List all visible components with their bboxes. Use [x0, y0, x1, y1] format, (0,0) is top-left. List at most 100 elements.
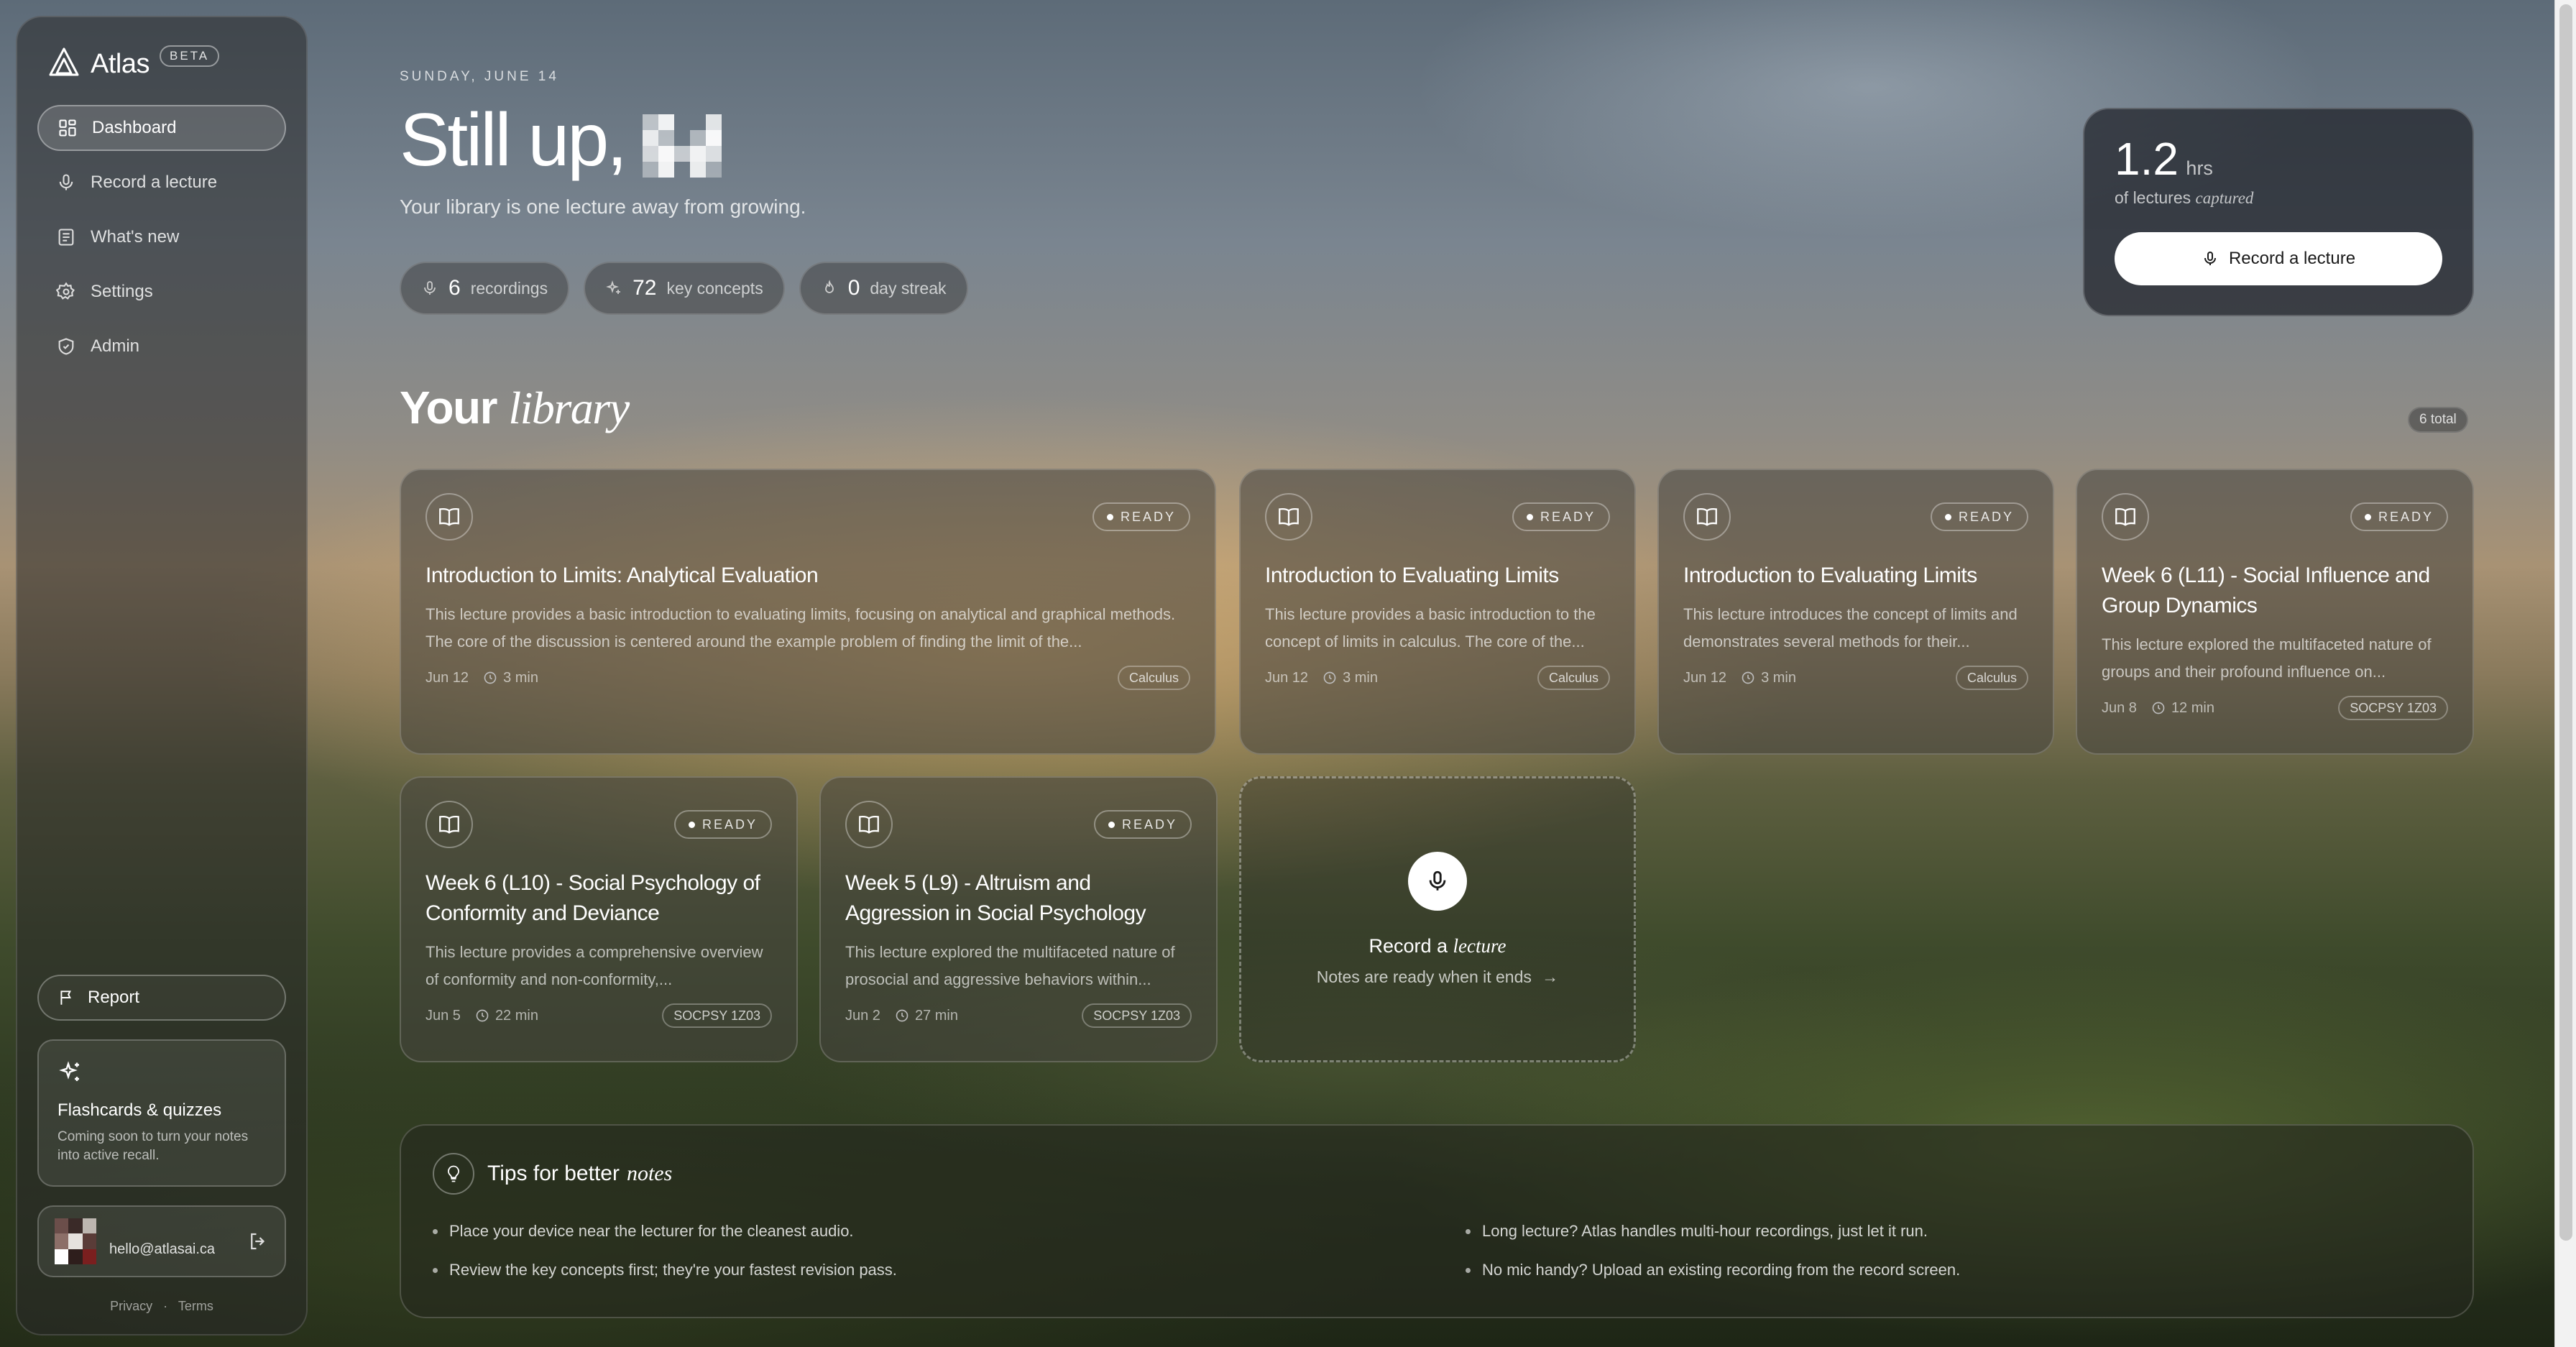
greeting-text: Still up,: [400, 98, 627, 182]
clock-icon: [484, 671, 497, 684]
library-title-em: library: [508, 382, 630, 433]
record-card-subtitle: Notes are ready when it ends →: [1317, 967, 1559, 987]
status-badge: READY: [673, 810, 772, 839]
redacted-name: [643, 114, 722, 178]
sidebar-nav: Dashboard Record a lecture What's new Se…: [37, 105, 286, 369]
clock-icon: [1323, 671, 1336, 684]
card-description: This lecture explored the multifaceted n…: [845, 943, 1175, 988]
card-title: Introduction to Evaluating Limits: [1265, 564, 1559, 587]
nav-label: Admin: [91, 336, 140, 356]
subtitle: Your library is one lecture away from gr…: [400, 196, 806, 218]
tip-item: No mic handy? Upload an existing recordi…: [1466, 1261, 2441, 1279]
report-button[interactable]: Report: [37, 975, 286, 1021]
news-icon: [58, 229, 74, 246]
footer-separator: ·: [163, 1299, 168, 1313]
avatar: [55, 1218, 96, 1264]
status-text: READY: [1121, 817, 1177, 832]
mic-icon: [59, 174, 73, 190]
book-icon: [845, 801, 893, 848]
card-title: Week 6 (L11) - Social Influence and Grou…: [2102, 564, 2430, 617]
status-text: READY: [1540, 509, 1596, 524]
lecture-card[interactable]: READY Introduction to Evaluating Limits …: [1657, 469, 2054, 755]
atlas-logo-icon: [47, 46, 80, 83]
nav-item-settings[interactable]: Settings: [37, 269, 286, 315]
nav-item-whats-new[interactable]: What's new: [37, 214, 286, 260]
card-description: This lecture provides a comprehensive ov…: [426, 943, 763, 988]
lecture-card[interactable]: READY Week 6 (L11) - Social Influence an…: [2076, 469, 2474, 755]
date-label: SUNDAY, JUNE 14: [400, 69, 559, 84]
lecture-card[interactable]: READY Introduction to Evaluating Limits …: [1239, 469, 1636, 755]
lecture-card[interactable]: READY Introduction to Limits: Analytical…: [400, 469, 1216, 755]
card-date: Jun 8: [2102, 699, 2137, 716]
card-duration: 12 min: [2171, 699, 2214, 716]
card-description: This lecture explored the multifaceted n…: [2102, 635, 2432, 681]
lightbulb-icon: [433, 1153, 474, 1195]
card-duration: 3 min: [1343, 669, 1378, 686]
course-tag: Calculus: [1955, 666, 2028, 690]
card-description: This lecture provides a basic introducti…: [1265, 605, 1596, 650]
card-title: Introduction to Evaluating Limits: [1683, 564, 1977, 587]
status-badge: READY: [1512, 502, 1610, 531]
capture-unit: hrs: [2186, 157, 2213, 179]
nav-item-dashboard[interactable]: Dashboard: [37, 105, 286, 151]
flame-icon: [824, 280, 834, 293]
stat-key-concepts: 72 key concepts: [584, 262, 785, 315]
lecture-card[interactable]: READY Week 5 (L9) - Altruism and Aggress…: [819, 776, 1218, 1062]
mic-icon: [424, 281, 436, 295]
book-icon: [2102, 493, 2149, 541]
record-card-title: Record a lecture: [1368, 935, 1506, 957]
sidebar: Atlas BETA Dashboard Record a lecture Wh…: [16, 16, 308, 1335]
stat-day-streak: 0 day streak: [799, 262, 968, 315]
flashcards-promo: Flashcards & quizzes Coming soon to turn…: [37, 1039, 286, 1187]
nav-item-record[interactable]: Record a lecture: [37, 160, 286, 206]
arrow-right-icon: →: [1542, 967, 1559, 986]
mic-icon: [1408, 852, 1467, 911]
sparkle-icon: [59, 1061, 79, 1081]
stat-label: day streak: [870, 278, 947, 298]
library-title-plain: Your: [400, 382, 498, 433]
shield-icon: [58, 338, 74, 355]
record-lecture-button[interactable]: Record a lecture: [2115, 232, 2442, 285]
status-text: READY: [2378, 509, 2434, 524]
lecture-card[interactable]: READY Week 6 (L10) - Social Psychology o…: [400, 776, 798, 1062]
capture-hours: 1.2: [2115, 133, 2179, 185]
nav-label: What's new: [91, 227, 180, 247]
status-text: READY: [702, 817, 758, 832]
capture-label-prefix: of lectures: [2115, 188, 2191, 207]
record-lecture-label: Record a lecture: [2228, 249, 2356, 268]
page-scrollbar[interactable]: [2554, 0, 2576, 1347]
course-tag: Calculus: [1117, 666, 1190, 690]
capture-label-em: captured: [2195, 189, 2254, 207]
scrollbar-thumb[interactable]: [2559, 4, 2572, 1241]
promo-text: Coming soon to turn your notes into acti…: [58, 1129, 249, 1163]
privacy-link[interactable]: Privacy: [110, 1299, 152, 1313]
card-duration: 3 min: [1761, 669, 1796, 686]
clock-icon: [1742, 671, 1754, 684]
user-card[interactable]: hello@atlasai.ca: [37, 1205, 286, 1277]
card-duration: 27 min: [914, 1007, 958, 1024]
report-label: Report: [88, 988, 140, 1007]
grid-icon: [59, 119, 76, 137]
record-title-plain: Record a: [1368, 935, 1448, 957]
card-title: Week 5 (L9) - Altruism and Aggression in…: [845, 871, 1146, 925]
status-text: READY: [1958, 509, 2014, 524]
record-lecture-card[interactable]: Record a lecture Notes are ready when it…: [1239, 776, 1636, 1062]
brand[interactable]: Atlas BETA: [37, 43, 286, 85]
clock-icon: [476, 1009, 489, 1022]
library-total-badge: 6 total: [2408, 407, 2468, 433]
stat-label: recordings: [470, 278, 548, 298]
clock-icon: [896, 1009, 908, 1022]
logout-icon[interactable]: [247, 1231, 269, 1252]
card-date: Jun 12: [426, 669, 469, 686]
tips-list: Place your device near the lecturer for …: [433, 1222, 2441, 1279]
flag-icon: [60, 990, 71, 1005]
terms-link[interactable]: Terms: [178, 1299, 213, 1313]
card-title: Introduction to Limits: Analytical Evalu…: [426, 564, 819, 587]
card-title: Week 6 (L10) - Social Psychology of Conf…: [426, 871, 760, 925]
card-date: Jun 5: [426, 1007, 461, 1024]
nav-item-admin[interactable]: Admin: [37, 323, 286, 369]
book-icon: [1265, 493, 1312, 541]
tip-item: Place your device near the lecturer for …: [433, 1222, 1408, 1241]
sidebar-bottom: Report Flashcards & quizzes Coming soon …: [37, 975, 286, 1314]
status-badge: READY: [1930, 502, 2028, 531]
